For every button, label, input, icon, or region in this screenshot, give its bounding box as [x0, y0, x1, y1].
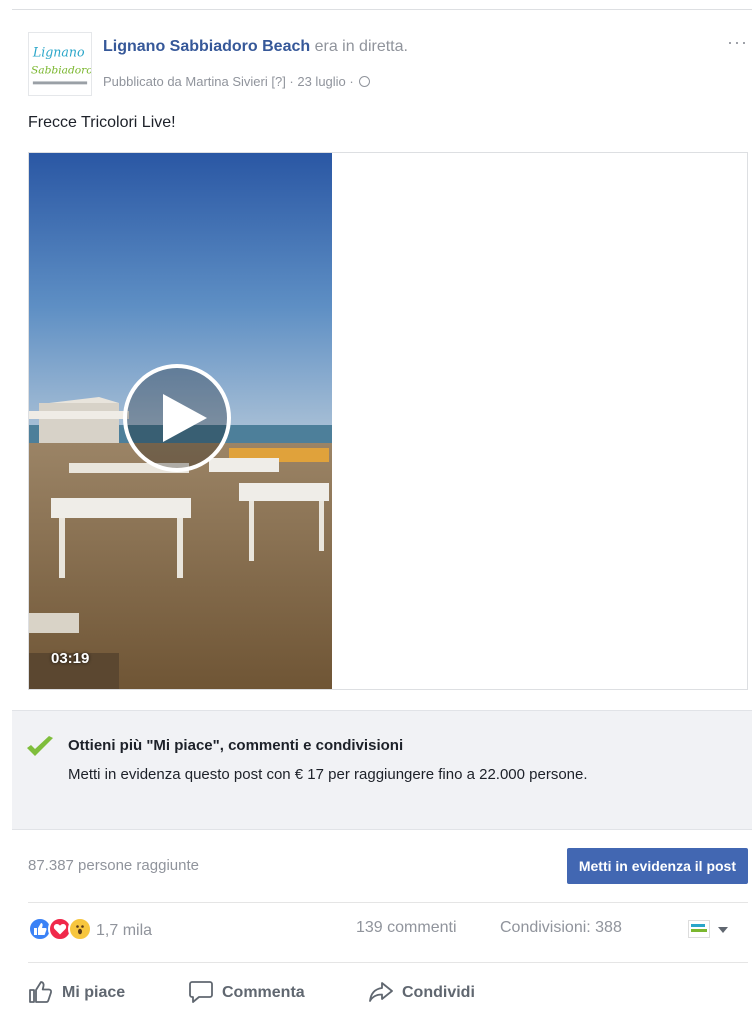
engagement-stats: 1,7 mila 139 commenti Condivisioni: 388 — [28, 914, 748, 944]
post-title-line: Lignano Sabbiadoro Beach era in diretta. — [103, 38, 408, 56]
comment-icon — [189, 981, 213, 1003]
post-actions: Mi piace Commenta Condividi — [28, 976, 748, 1010]
live-status: era in diretta. — [310, 38, 408, 55]
wow-reaction-icon — [68, 917, 92, 941]
chevron-down-icon — [718, 927, 728, 933]
like-button[interactable]: Mi piace — [28, 976, 146, 1010]
globe-icon[interactable] — [359, 76, 371, 87]
video-player[interactable]: 03:19 — [29, 153, 332, 689]
more-options-button[interactable]: ··· — [727, 32, 748, 53]
boost-post-button[interactable]: Metti in evidenza il post — [566, 848, 748, 884]
page-avatar[interactable]: Lignano Sabbiadoro — [28, 32, 92, 96]
page-avatar-small — [688, 920, 710, 938]
people-reached[interactable]: 87.387 persone raggiunte — [28, 857, 199, 874]
share-icon — [369, 982, 393, 1002]
play-icon — [163, 394, 207, 442]
page-name-link[interactable]: Lignano Sabbiadoro Beach — [103, 38, 310, 55]
post-as-selector[interactable] — [688, 920, 736, 940]
comments-count-link[interactable]: 139 commenti — [356, 919, 457, 937]
post-header: Lignano Sabbiadoro Lignano Sabbiadoro Be… — [28, 32, 748, 96]
post-media: 03:19 — [28, 152, 748, 690]
share-button[interactable]: Condividi — [368, 976, 508, 1010]
post-text: Frecce Tricolori Live! — [28, 114, 176, 131]
divider — [28, 902, 748, 903]
svg-text:Lignano: Lignano — [32, 44, 85, 59]
shares-count-link[interactable]: Condivisioni: 388 — [500, 919, 622, 937]
check-icon — [27, 736, 53, 756]
play-button[interactable] — [123, 364, 231, 472]
reaction-count[interactable]: 1,7 mila — [96, 922, 152, 940]
boost-promo-panel: Ottieni più "Mi piace", commenti e condi… — [12, 710, 752, 830]
reach-row: 87.387 persone raggiunte Metti in eviden… — [28, 848, 748, 886]
share-label: Condividi — [402, 984, 475, 1001]
comment-label: Commenta — [222, 984, 305, 1001]
page-logo: Lignano Sabbiadoro — [31, 44, 91, 85]
comment-button[interactable]: Commenta — [188, 976, 338, 1010]
boost-title: Ottieni più "Mi piace", commenti e condi… — [68, 737, 404, 754]
post-meta: Pubblicato da Martina Sivieri [?] · 23 l… — [103, 74, 371, 89]
divider — [28, 962, 748, 963]
thumbs-up-icon — [29, 981, 53, 1003]
like-label: Mi piace — [62, 984, 126, 1001]
post-meta-text: Pubblicato da Martina Sivieri [?] · 23 l… — [103, 74, 358, 89]
video-duration: 03:19 — [51, 650, 90, 667]
boost-description: Metti in evidenza questo post con € 17 p… — [68, 766, 588, 783]
top-divider — [12, 9, 752, 10]
svg-text:Sabbiadoro: Sabbiadoro — [31, 64, 91, 77]
